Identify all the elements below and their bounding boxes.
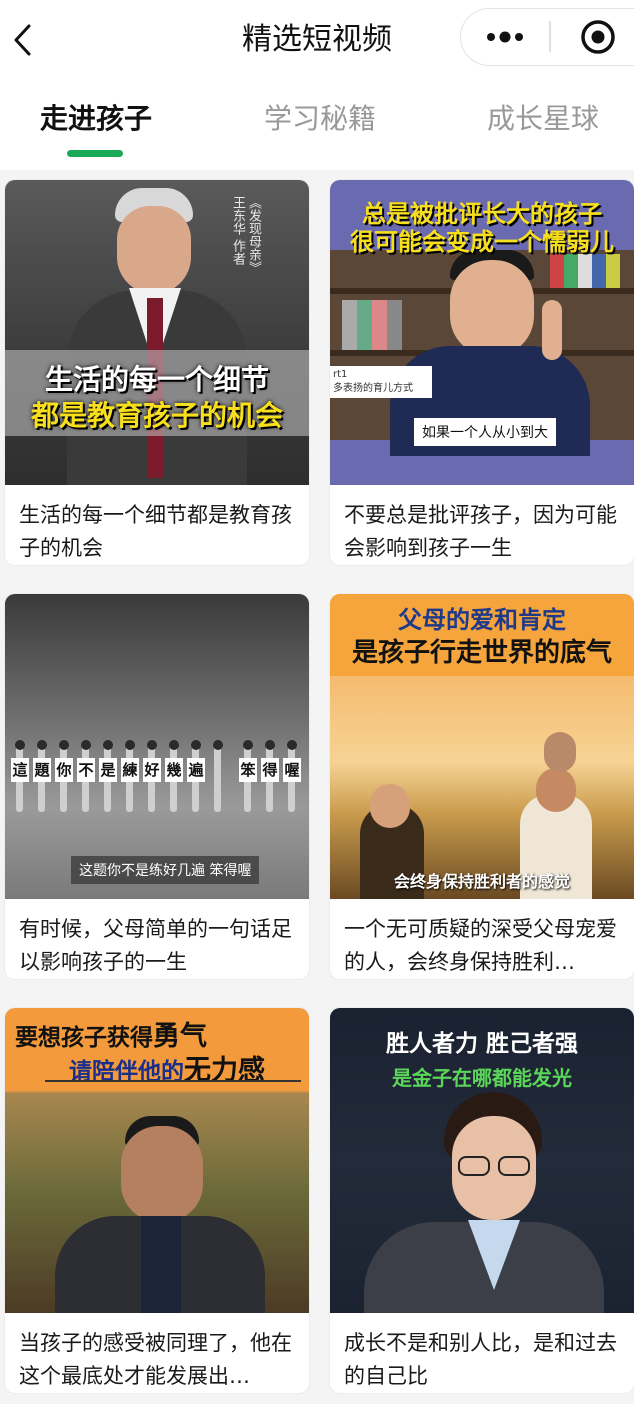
video-thumbnail: 這題你不是練好幾遍 笨得喔 这题你不是练好几遍 笨得喔	[5, 594, 309, 899]
card-title: 当孩子的感受被同理了，他在这个最底处才能发展出…	[19, 1331, 292, 1388]
card-title: 生活的每一个细节都是教育孩子的机会	[19, 503, 292, 560]
sign-character: 練	[121, 758, 139, 782]
sign-character: 好	[143, 758, 161, 782]
video-card[interactable]: 总是被批评长大的孩子 很可能会变成一个懦弱儿 rt1 多表扬的育儿方式 如果一个人…	[330, 180, 634, 565]
sign-holder-head	[169, 740, 179, 750]
side-caption: 《发现母亲》 王东华 作者	[230, 196, 261, 274]
active-tab-indicator	[67, 150, 123, 157]
video-card[interactable]: 要想孩子获得勇气 请陪伴他的无力感 当孩子的感受被同理了，他在这个最底处才能发展…	[5, 1008, 309, 1393]
sign-holder-head	[15, 740, 25, 750]
tab-zoujin-haizi[interactable]: 走进孩子	[40, 96, 152, 142]
close-button[interactable]	[563, 9, 633, 64]
sign-holder-head	[59, 740, 69, 750]
sign-character: 是	[99, 758, 117, 782]
sign-holder-head	[103, 740, 113, 750]
sign-character: 這	[11, 758, 29, 782]
video-subtitle: 这题你不是练好几遍 笨得喔	[71, 856, 260, 884]
sign-holder-head	[81, 740, 91, 750]
card-title: 成长不是和别人比，是和过去的自己比	[344, 1331, 617, 1388]
speaker-figure	[364, 1092, 604, 1313]
sign-character: 遍	[187, 758, 205, 782]
sign-character: 題	[33, 758, 51, 782]
target-circle-icon	[581, 19, 615, 54]
sign-holder-head	[191, 740, 201, 750]
sign-holder-head	[37, 740, 47, 750]
sign-character: 得	[261, 758, 279, 782]
video-card[interactable]: 《发现母亲》 王东华 作者 生活的每一个细节 都是教育孩子的机会 生活的每一个细节…	[5, 180, 309, 565]
video-card[interactable]: 胜人者力 胜己者强 是金子在哪都能发光 成长不是和别人比，是和过去的自己比	[330, 1008, 634, 1393]
sign-holder-head	[125, 740, 135, 750]
speaker-figure	[45, 1112, 265, 1313]
sign-character: 笨	[239, 758, 257, 782]
video-card[interactable]: 父母的爱和肯定 是孩子行走世界的底气 会终身保持胜利者的感觉 一个无可质疑的深受…	[330, 594, 634, 979]
video-card[interactable]: 這題你不是練好幾遍 笨得喔 这题你不是练好几遍 笨得喔 有时候，父母简单的一句话足…	[5, 594, 309, 979]
sign-holder-head	[287, 740, 297, 750]
video-subtitle: 会终身保持胜利者的感觉	[393, 872, 570, 891]
overlay-line-2: 是孩子行走世界的底气	[351, 638, 612, 668]
sign-holder	[214, 742, 221, 812]
nav-bar: 精选短视频	[0, 0, 634, 82]
card-title: 一个无可质疑的深受父母宠爱的人，会终身保持胜利…	[344, 917, 617, 974]
more-dots-icon	[487, 31, 523, 42]
banner-underline	[45, 1080, 301, 1082]
category-tabs: 走进孩子 学习秘籍 成长星球	[0, 82, 634, 170]
capsule-divider	[549, 21, 551, 52]
more-button[interactable]	[461, 9, 549, 64]
overlay-line-1: 父母的爱和肯定	[398, 606, 566, 634]
overlay-line-2: 是金子在哪都能发光	[392, 1066, 572, 1090]
back-button[interactable]	[4, 18, 40, 62]
sign-character: 喔	[283, 758, 301, 782]
overlay-line-2: 都是教育孩子的机会	[30, 399, 283, 432]
sign-holder-head	[265, 740, 275, 750]
tab-chengzhang-xingqiu[interactable]: 成长星球	[487, 96, 599, 142]
video-thumbnail: 父母的爱和肯定 是孩子行走世界的底气 会终身保持胜利者的感觉	[330, 594, 634, 899]
sign-holder-head	[213, 740, 223, 750]
sign-character: 幾	[165, 758, 183, 782]
video-subtitle: 如果一个人从小到大	[414, 418, 556, 446]
overlay-line-2: 很可能会变成一个懦弱儿	[350, 228, 614, 256]
tab-xuexi-miji[interactable]: 学习秘籍	[264, 96, 376, 142]
video-thumbnail: 要想孩子获得勇气 请陪伴他的无力感	[5, 1008, 309, 1313]
video-thumbnail: 胜人者力 胜己者强 是金子在哪都能发光	[330, 1008, 634, 1313]
side-tag: rt1 多表扬的育儿方式	[330, 366, 432, 398]
card-title: 有时候，父母简单的一句话足以影响孩子的一生	[19, 917, 292, 974]
sign-holder-head	[243, 740, 253, 750]
video-thumbnail: 《发现母亲》 王东华 作者 生活的每一个细节 都是教育孩子的机会	[5, 180, 309, 485]
sign-holder-head	[147, 740, 157, 750]
mini-program-capsule	[460, 8, 634, 66]
overlay-line-1: 生活的每一个细节	[44, 363, 269, 396]
sign-character: 你	[55, 758, 73, 782]
chevron-left-icon	[14, 24, 31, 56]
card-title: 不要总是批评孩子，因为可能会影响到孩子一生	[344, 503, 617, 560]
overlay-line-1: 胜人者力 胜己者强	[385, 1031, 578, 1057]
speaker-figure	[67, 188, 247, 485]
video-thumbnail: 总是被批评长大的孩子 很可能会变成一个懦弱儿 rt1 多表扬的育儿方式 如果一个人…	[330, 180, 634, 485]
sign-character: 不	[77, 758, 95, 782]
sign-row: 這題你不是練好幾遍 笨得喔	[5, 594, 309, 899]
